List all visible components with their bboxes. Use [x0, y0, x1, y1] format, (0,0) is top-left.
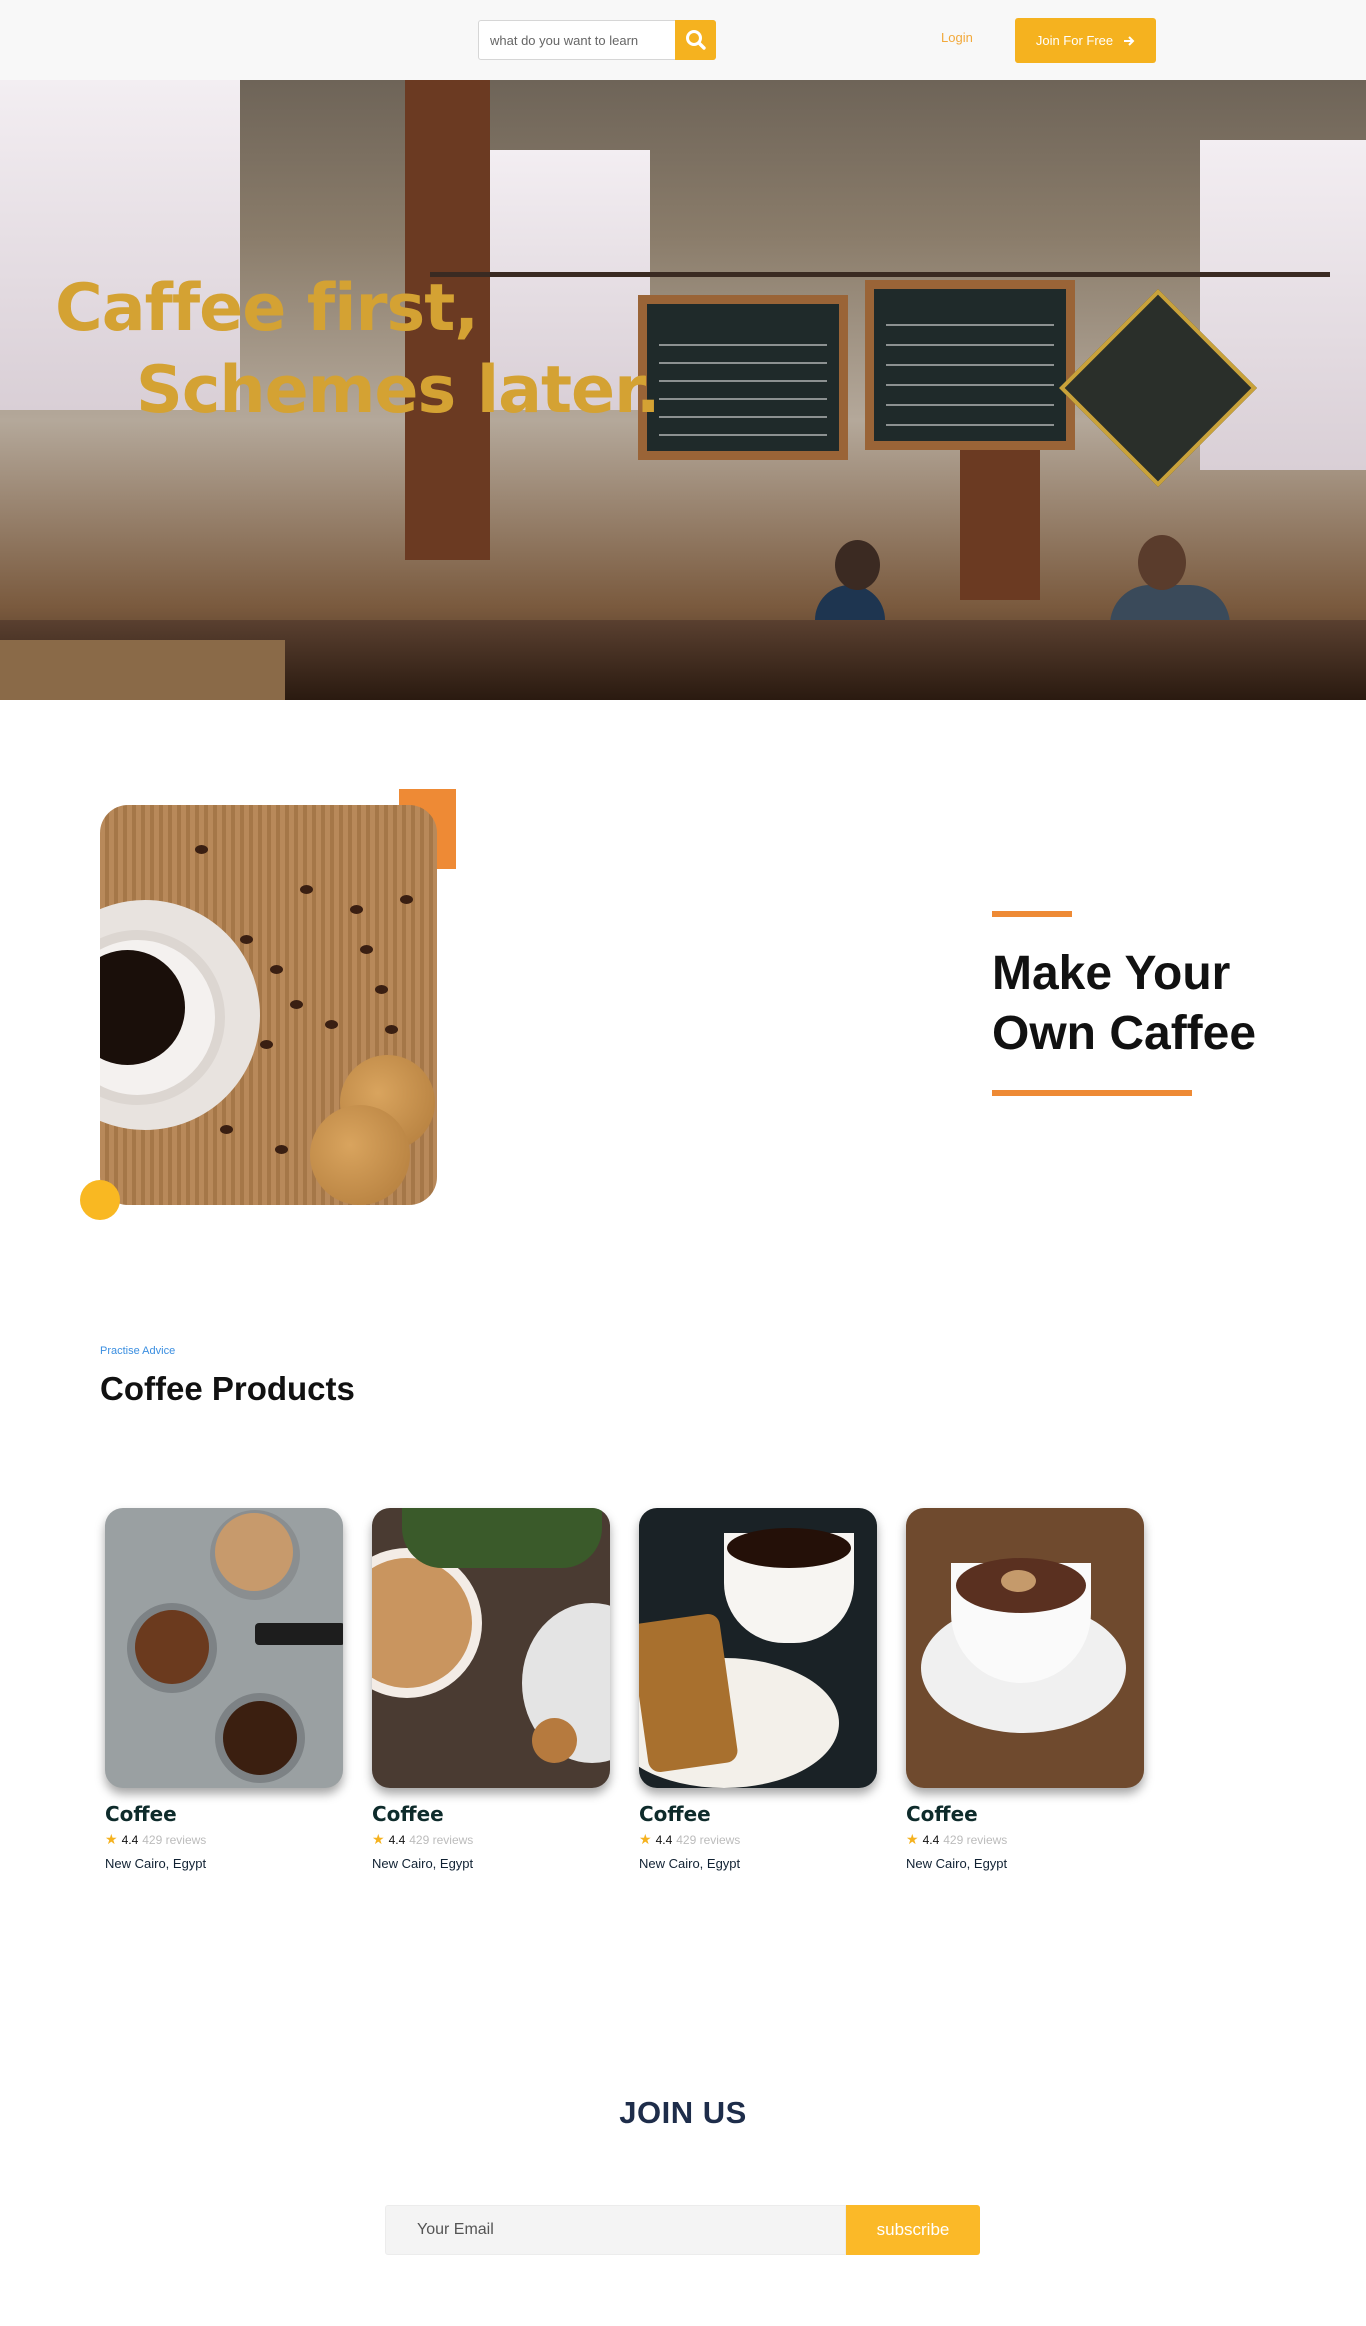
product-card[interactable]: Coffee ★ 4.4 429 reviews New Cairo, Egyp…: [372, 1508, 610, 1871]
top-nav: Login Join For Free: [0, 0, 1366, 80]
join-for-free-button[interactable]: Join For Free: [1015, 18, 1156, 63]
product-name: Coffee: [639, 1802, 711, 1826]
search-button[interactable]: [675, 20, 716, 60]
rating-score: 4.4: [388, 1832, 406, 1847]
feature-title-line2: Own Caffee: [992, 1007, 1257, 1060]
star-icon: ★: [639, 1831, 652, 1847]
email-field[interactable]: [385, 2205, 846, 2255]
product-rating: ★ 4.4 429 reviews: [372, 1831, 610, 1848]
product-rating: ★ 4.4 429 reviews: [906, 1831, 1144, 1848]
review-count: 429 reviews: [676, 1832, 741, 1847]
star-icon: ★: [105, 1831, 118, 1847]
star-icon: ★: [372, 1831, 385, 1847]
rating-score: 4.4: [655, 1832, 673, 1847]
hero-title: Caffee first, Schemes later.: [55, 268, 661, 432]
review-count: 429 reviews: [943, 1832, 1008, 1847]
feature-title: Make Your Own Caffee: [992, 944, 1256, 1064]
hero-window: [1200, 140, 1366, 470]
product-location: New Cairo, Egypt: [906, 1856, 1008, 1871]
rating-score: 4.4: [922, 1832, 940, 1847]
product-image[interactable]: [372, 1508, 610, 1788]
hero-title-line1: Caffee first,: [55, 271, 479, 346]
join-button-label: Join For Free: [1035, 33, 1114, 48]
product-rating: ★ 4.4 429 reviews: [639, 1831, 877, 1848]
subscribe-button[interactable]: subscribe: [846, 2205, 980, 2255]
hero-title-line2: Schemes later.: [136, 353, 661, 428]
title-underline-bar: [992, 1090, 1192, 1096]
review-count: 429 reviews: [409, 1832, 474, 1847]
hero-crate: [0, 640, 285, 700]
product-rating: ★ 4.4 429 reviews: [105, 1831, 343, 1848]
menu-board-right: [865, 280, 1075, 450]
product-card[interactable]: Coffee ★ 4.4 429 reviews New Cairo, Egyp…: [906, 1508, 1144, 1871]
product-name: Coffee: [372, 1802, 444, 1826]
product-card[interactable]: Coffee ★ 4.4 429 reviews New Cairo, Egyp…: [639, 1508, 877, 1871]
cookie: [310, 1105, 410, 1205]
arrow-right-icon: [1124, 35, 1135, 46]
star-icon: ★: [906, 1831, 919, 1847]
decor-yellow-dot: [80, 1180, 120, 1220]
search-icon: [686, 30, 706, 50]
menu-board-left: [638, 295, 848, 460]
product-location: New Cairo, Egypt: [372, 1856, 474, 1871]
search-input[interactable]: [479, 21, 677, 59]
section-eyebrow: Practise Advice: [100, 1345, 176, 1357]
hero-banner: Caffee first, Schemes later.: [0, 80, 1366, 700]
hero-person-head: [835, 540, 880, 590]
hero-person-head: [1138, 535, 1186, 590]
review-count: 429 reviews: [142, 1832, 207, 1847]
login-link[interactable]: Login: [941, 30, 973, 45]
product-location: New Cairo, Egypt: [105, 1856, 207, 1871]
product-name: Coffee: [105, 1802, 177, 1826]
product-location: New Cairo, Egypt: [639, 1856, 741, 1871]
coffee-beans-image: [100, 805, 437, 1205]
rating-score: 4.4: [121, 1832, 139, 1847]
join-title: JOIN US: [619, 2095, 747, 2130]
feature-title-line1: Make Your: [992, 947, 1231, 1000]
product-card[interactable]: Coffee ★ 4.4 429 reviews New Cairo, Egyp…: [105, 1508, 343, 1871]
product-name: Coffee: [906, 1802, 978, 1826]
search-bar: [478, 20, 716, 60]
title-accent-bar: [992, 911, 1072, 917]
product-image[interactable]: [906, 1508, 1144, 1788]
section-title: Coffee Products: [100, 1370, 355, 1407]
product-image[interactable]: [639, 1508, 877, 1788]
product-image[interactable]: [105, 1508, 343, 1788]
